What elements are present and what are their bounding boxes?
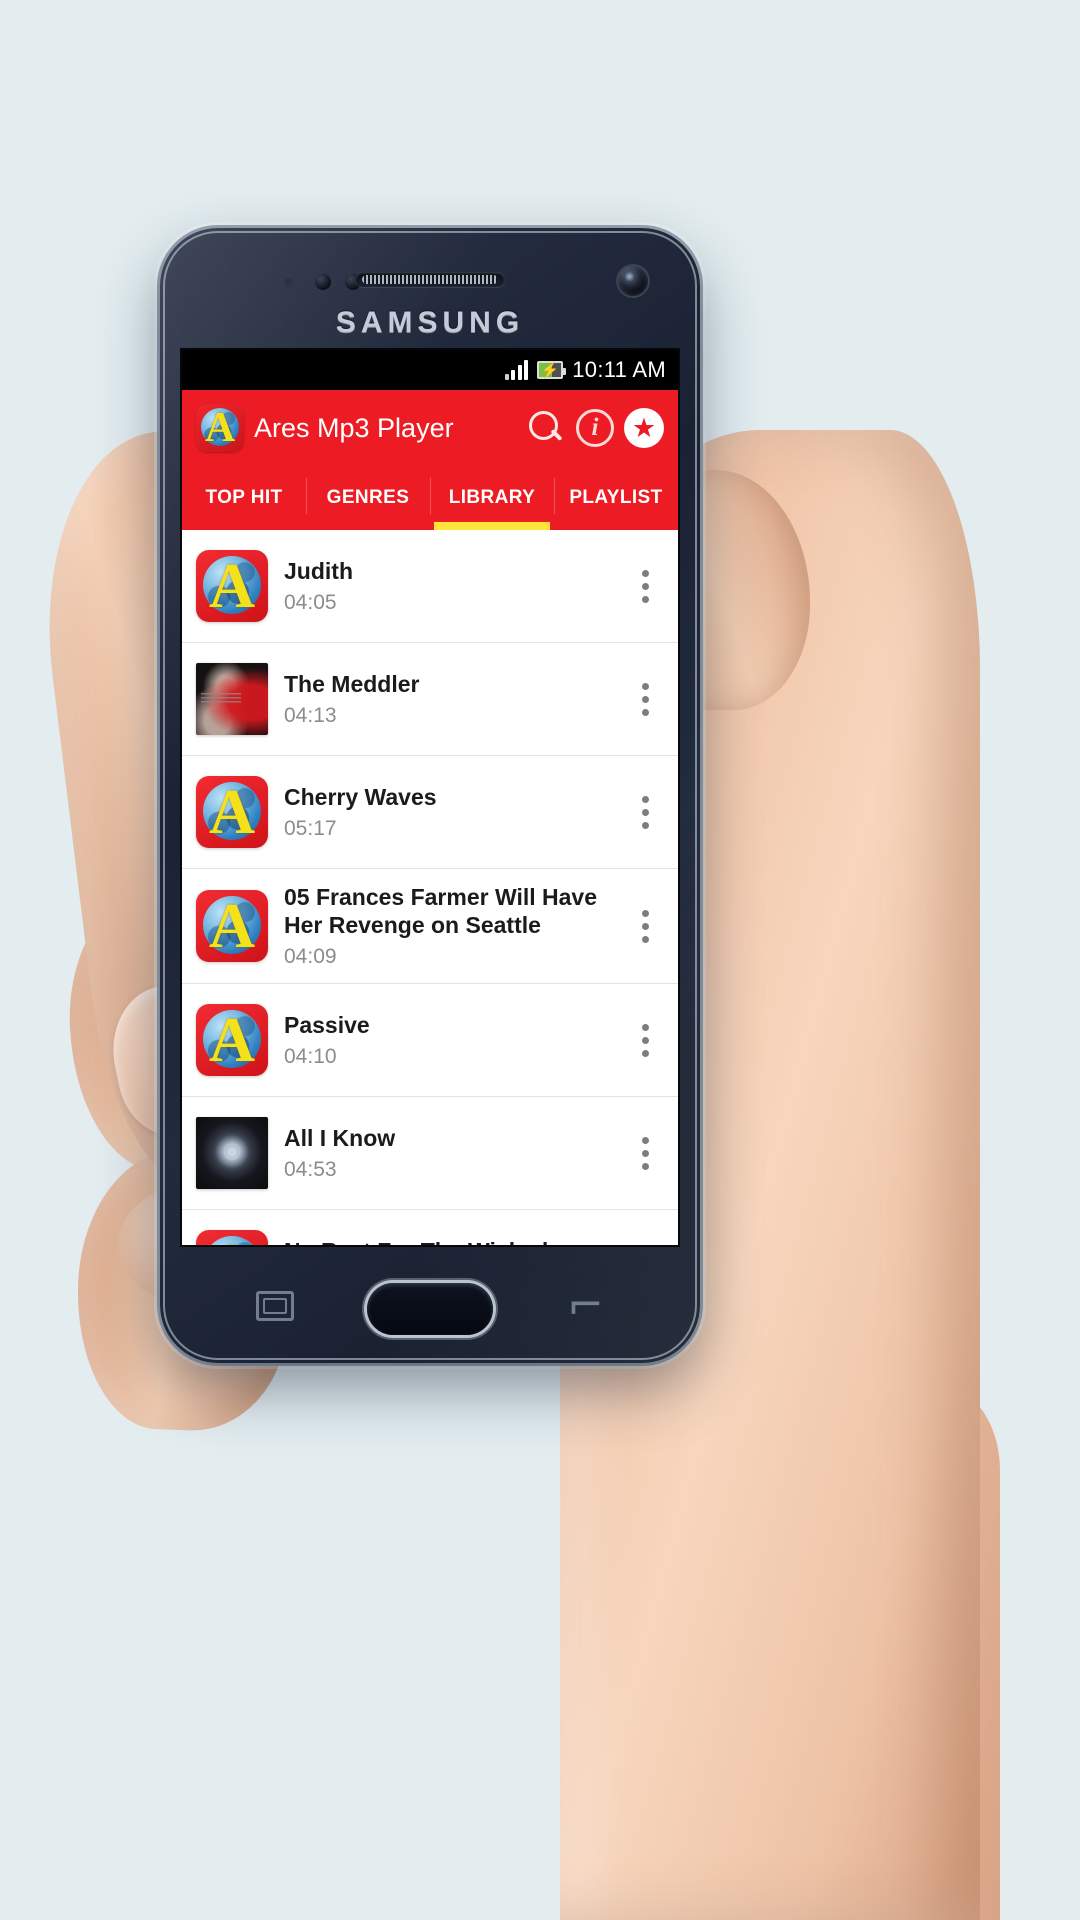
earpiece-speaker	[355, 272, 505, 287]
tab-playlist[interactable]: PLAYLIST	[554, 466, 678, 530]
album-art: A	[196, 1004, 268, 1077]
song-duration: 04:05	[284, 591, 337, 615]
song-title: No Rest For The Wicked	[284, 1237, 614, 1245]
status-bar-clock: 10:11 AM	[572, 357, 666, 382]
list-item[interactable]: The Meddler 04:13	[182, 643, 678, 756]
song-duration: 04:10	[284, 1045, 337, 1069]
recent-apps-icon[interactable]	[256, 1291, 294, 1321]
song-meta: Cherry Waves 05:17	[284, 783, 614, 841]
song-title: Passive	[284, 1012, 370, 1039]
song-duration: 04:13	[284, 704, 337, 728]
song-meta: No Rest For The Wicked 04:38	[284, 1237, 614, 1245]
front-camera-icon	[618, 266, 648, 296]
info-icon[interactable]: i	[576, 409, 614, 447]
song-meta: All I Know 04:53	[284, 1124, 614, 1182]
song-title: 05 Frances Farmer Will Have Her Revenge …	[284, 884, 598, 939]
smartphone: SAMSUNG ⚡ 10:11 AM A Ares Mp3 Player i ★…	[160, 228, 700, 1363]
app-bar: A Ares Mp3 Player i ★	[182, 390, 678, 466]
song-title: All I Know	[284, 1125, 396, 1152]
app-title: Ares Mp3 Player	[254, 412, 454, 443]
list-item[interactable]: A Cherry Waves 05:17	[182, 756, 678, 869]
logo-letter: A	[204, 405, 236, 451]
logo-letter: A	[208, 890, 256, 962]
phone-screen: ⚡ 10:11 AM A Ares Mp3 Player i ★ TOP HIT…	[182, 350, 678, 1245]
star-icon[interactable]: ★	[624, 408, 664, 448]
song-meta: Judith 04:05	[284, 557, 614, 615]
logo-letter: A	[208, 1004, 256, 1076]
scene: SAMSUNG ⚡ 10:11 AM A Ares Mp3 Player i ★…	[0, 0, 1080, 1920]
list-item[interactable]: All I Know 04:53	[182, 1097, 678, 1211]
song-duration: 04:53	[284, 1158, 337, 1182]
device-brand-label: SAMSUNG	[335, 306, 525, 339]
album-art: A	[196, 1230, 268, 1245]
overflow-menu-icon[interactable]	[630, 795, 664, 829]
tab-genres[interactable]: GENRES	[306, 466, 430, 530]
overflow-menu-icon[interactable]	[630, 569, 664, 603]
back-arrow-icon[interactable]: ⌐	[567, 1284, 604, 1328]
song-list[interactable]: A Judith 04:05 The Meddler 04:13 A Cherr…	[182, 530, 678, 1245]
charging-bolt-icon: ⚡	[540, 361, 560, 379]
song-duration: 05:17	[284, 817, 337, 841]
proximity-sensor-icon	[284, 278, 293, 287]
status-bar: ⚡ 10:11 AM	[182, 350, 678, 390]
signal-bars-icon	[504, 360, 529, 380]
song-title: Cherry Waves	[284, 783, 437, 810]
song-duration: 04:09	[284, 945, 337, 969]
album-art	[196, 1117, 268, 1190]
song-meta: The Meddler 04:13	[284, 670, 614, 728]
song-title: The Meddler	[284, 670, 420, 697]
tab-top-hit[interactable]: TOP HIT	[182, 466, 306, 530]
overflow-menu-icon[interactable]	[630, 1136, 664, 1170]
overflow-menu-icon[interactable]	[630, 909, 664, 943]
logo-letter: A	[208, 550, 256, 621]
album-art	[196, 663, 268, 735]
album-art: A	[196, 550, 268, 622]
song-meta: Passive 04:10	[284, 1011, 614, 1069]
home-button[interactable]	[367, 1283, 493, 1335]
album-art: A	[196, 776, 268, 848]
album-art: A	[196, 890, 268, 963]
overflow-menu-icon[interactable]	[630, 1023, 664, 1057]
song-meta: 05 Frances Farmer Will Have Her Revenge …	[284, 883, 614, 969]
search-icon[interactable]	[526, 408, 566, 448]
logo-letter: A	[196, 1230, 268, 1245]
overflow-menu-icon[interactable]	[630, 682, 664, 716]
list-item[interactable]: A Judith 04:05	[182, 530, 678, 643]
logo-letter: A	[208, 776, 256, 847]
battery-charging-icon: ⚡	[537, 361, 567, 379]
tab-library[interactable]: LIBRARY	[430, 466, 554, 530]
list-item[interactable]: A 05 Frances Farmer Will Have Her Reveng…	[182, 869, 678, 985]
light-sensor-icon	[315, 274, 331, 290]
list-item[interactable]: A No Rest For The Wicked 04:38	[182, 1210, 678, 1245]
ares-app-logo-icon: A	[196, 404, 244, 452]
song-title: Judith	[284, 557, 353, 584]
list-item[interactable]: A Passive 04:10	[182, 984, 678, 1098]
tab-bar: TOP HIT GENRES LIBRARY PLAYLIST	[182, 466, 678, 530]
earpiece-mesh	[362, 275, 498, 284]
